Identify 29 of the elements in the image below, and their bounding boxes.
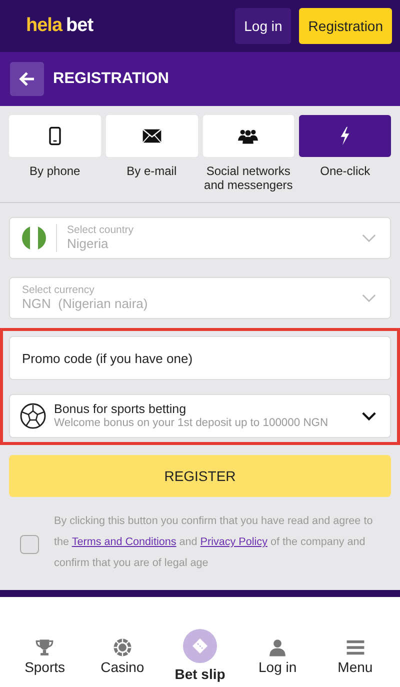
login-button[interactable]: Log in (235, 8, 292, 44)
envelope-icon (142, 126, 162, 146)
registration-button[interactable]: Registration (299, 8, 392, 44)
trophy-icon (35, 638, 54, 657)
person-icon (268, 638, 288, 657)
back-arrow-icon (19, 72, 35, 86)
chevron-down-icon (362, 234, 376, 242)
page-title: REGISTRATION (53, 70, 169, 88)
nav-item[interactable]: Log in (238, 638, 316, 675)
nav-item[interactable]: Menu (316, 638, 394, 675)
soccer-ball-icon (20, 403, 46, 429)
chevron-down-icon (362, 412, 376, 420)
policy-link[interactable]: Terms and Conditions (72, 536, 176, 548)
casino-chip-icon (112, 638, 132, 657)
logo-text: hela (26, 15, 62, 37)
register-button[interactable]: REGISTER (9, 455, 391, 497)
policy-link[interactable]: Privacy Policy (200, 536, 268, 548)
logo-text: bet (66, 15, 94, 37)
nav-item[interactable]: Casino (84, 638, 162, 675)
bonus-select[interactable]: Bonus for sports betting Welcome bonus on your 1st deposit up to 100000 NGN (9, 394, 391, 438)
consent-checkbox[interactable] (20, 535, 39, 554)
chevron-down-icon (362, 294, 376, 302)
nav-item[interactable]: Bet slip (161, 629, 239, 682)
promo-code-field[interactable]: Promo code (if you have one) (9, 336, 391, 380)
consent-text: By clicking this button you confirm that you have read and agree to the Terms and Conditions and Privacy Policy of the company and confirm that you are of legal age (54, 514, 374, 571)
back-button[interactable] (10, 62, 44, 96)
flag-icon (22, 226, 46, 250)
nav-item[interactable]: Sports (6, 638, 84, 675)
menu-icon (346, 638, 365, 657)
